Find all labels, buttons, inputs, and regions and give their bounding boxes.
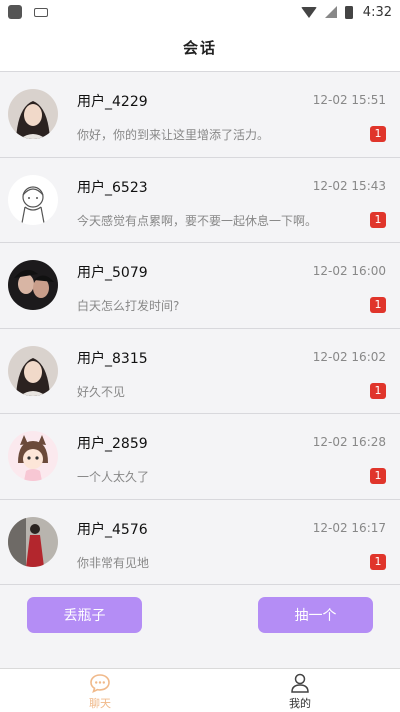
conversation-body: 用户_2859 12-02 16:28 一个人太久了 1 bbox=[77, 414, 386, 499]
conversation-item[interactable]: 用户_4576 12-02 16:17 你非常有见地 1 bbox=[0, 500, 400, 585]
conversation-item[interactable]: 用户_2859 12-02 16:28 一个人太久了 1 bbox=[0, 414, 400, 500]
avatar[interactable] bbox=[8, 345, 58, 396]
tab-chat-label: 聊天 bbox=[89, 697, 111, 710]
cell-signal-icon bbox=[324, 6, 337, 18]
wifi-icon bbox=[300, 6, 317, 18]
contact-name: 用户_4576 bbox=[77, 521, 148, 538]
conversation-body: 用户_4576 12-02 16:17 你非常有见地 1 bbox=[77, 500, 386, 585]
action-bar: 丢瓶子 抽一个 bbox=[0, 597, 400, 633]
contact-name: 用户_6523 bbox=[77, 179, 148, 196]
unread-badge: 1 bbox=[370, 382, 386, 399]
contact-name: 用户_5079 bbox=[77, 265, 148, 281]
tab-me[interactable]: 我的 bbox=[200, 669, 400, 712]
contact-name: 用户_2859 bbox=[77, 436, 148, 452]
status-right: 4:32 bbox=[300, 4, 392, 20]
conversation-body: 用户_6523 12-02 15:43 今天感觉有点累啊，要不要一起休息一下啊。… bbox=[77, 158, 386, 243]
notification-app-icon bbox=[8, 5, 22, 19]
unread-badge: 1 bbox=[370, 126, 386, 142]
message-time: 12-02 16:00 bbox=[312, 264, 386, 278]
message-time: 12-02 16:02 bbox=[312, 349, 386, 364]
conversation-item[interactable]: 用户_4229 12-02 15:51 你好，你的到来让这里增添了活力。 1 bbox=[0, 72, 400, 158]
conversation-body: 用户_5079 12-02 16:00 白天怎么打发时间? 1 bbox=[77, 243, 386, 328]
tab-chat[interactable]: 聊天 bbox=[0, 669, 200, 712]
contact-name: 用户_8315 bbox=[77, 350, 148, 367]
message-time: 12-02 15:51 bbox=[312, 93, 386, 107]
pick-bottle-button[interactable]: 抽一个 bbox=[258, 597, 373, 633]
message-time: 12-02 16:17 bbox=[312, 520, 386, 535]
unread-badge: 1 bbox=[370, 297, 386, 313]
person-icon bbox=[291, 673, 309, 693]
message-preview: 好久不见 bbox=[77, 384, 126, 399]
message-time: 12-02 15:43 bbox=[312, 178, 386, 193]
status-time: 4:32 bbox=[362, 4, 392, 20]
conversation-item[interactable]: 用户_5079 12-02 16:00 白天怎么打发时间? 1 bbox=[0, 243, 400, 329]
avatar[interactable] bbox=[8, 431, 58, 482]
chat-bubble-icon bbox=[90, 674, 110, 693]
unread-badge: 1 bbox=[370, 468, 386, 484]
header: 会话 bbox=[0, 24, 400, 72]
tab-me-label: 我的 bbox=[289, 697, 311, 710]
avatar[interactable] bbox=[8, 516, 58, 567]
conversation-item[interactable]: 用户_8315 12-02 16:02 好久不见 1 bbox=[0, 329, 400, 414]
message-preview: 今天感觉有点累啊，要不要一起休息一下啊。 bbox=[77, 213, 318, 228]
unread-badge: 1 bbox=[370, 553, 386, 570]
avatar[interactable] bbox=[8, 89, 58, 140]
message-preview: 一个人太久了 bbox=[77, 470, 150, 484]
avatar[interactable] bbox=[8, 260, 58, 311]
conversation-body: 用户_4229 12-02 15:51 你好，你的到来让这里增添了活力。 1 bbox=[77, 72, 386, 157]
keyboard-icon bbox=[34, 7, 48, 17]
message-preview: 白天怎么打发时间? bbox=[77, 299, 180, 313]
message-preview: 你非常有见地 bbox=[77, 555, 150, 570]
unread-badge: 1 bbox=[370, 211, 386, 228]
message-time: 12-02 16:28 bbox=[312, 435, 386, 449]
throw-bottle-button[interactable]: 丢瓶子 bbox=[27, 597, 142, 633]
avatar[interactable] bbox=[8, 174, 58, 225]
contact-name: 用户_4229 bbox=[77, 94, 148, 110]
message-preview: 你好，你的到来让这里增添了活力。 bbox=[77, 128, 270, 142]
conversation-item[interactable]: 用户_6523 12-02 15:43 今天感觉有点累啊，要不要一起休息一下啊。… bbox=[0, 158, 400, 243]
bottom-tab-bar: 聊天 我的 bbox=[0, 668, 400, 712]
conversation-list: 用户_4229 12-02 15:51 你好，你的到来让这里增添了活力。 1 用… bbox=[0, 72, 400, 585]
conversation-body: 用户_8315 12-02 16:02 好久不见 1 bbox=[77, 329, 386, 414]
status-bar: 4:32 bbox=[0, 0, 400, 24]
status-left bbox=[8, 5, 48, 19]
battery-icon bbox=[344, 5, 353, 19]
page-title: 会话 bbox=[182, 39, 217, 57]
